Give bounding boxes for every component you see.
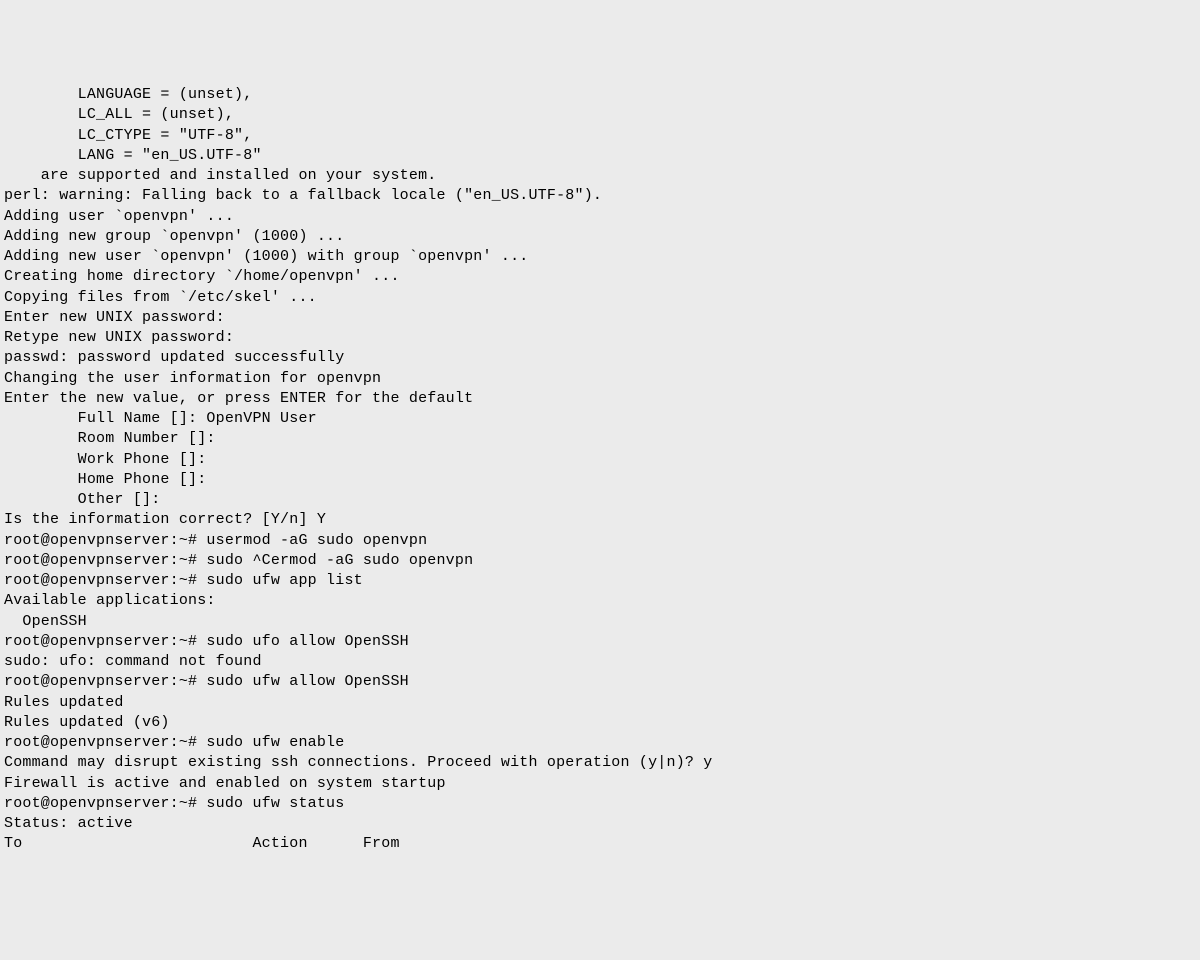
terminal-line: Rules updated — [4, 693, 1196, 713]
terminal-line: Status: active — [4, 814, 1196, 834]
terminal-line: Full Name []: OpenVPN User — [4, 409, 1196, 429]
terminal-line: Adding user `openvpn' ... — [4, 207, 1196, 227]
terminal-line: Copying files from `/etc/skel' ... — [4, 288, 1196, 308]
terminal-line: LC_ALL = (unset), — [4, 105, 1196, 125]
terminal-line: Is the information correct? [Y/n] Y — [4, 510, 1196, 530]
terminal-line: Changing the user information for openvp… — [4, 369, 1196, 389]
terminal-line: Rules updated (v6) — [4, 713, 1196, 733]
terminal-line: root@openvpnserver:~# sudo ufw enable — [4, 733, 1196, 753]
terminal-line: Enter the new value, or press ENTER for … — [4, 389, 1196, 409]
terminal-line: root@openvpnserver:~# usermod -aG sudo o… — [4, 531, 1196, 551]
terminal-line: Adding new user `openvpn' (1000) with gr… — [4, 247, 1196, 267]
terminal-line: LANG = "en_US.UTF-8" — [4, 146, 1196, 166]
terminal-line: LANGUAGE = (unset), — [4, 85, 1196, 105]
terminal-line: Other []: — [4, 490, 1196, 510]
terminal-line: root@openvpnserver:~# sudo ufw app list — [4, 571, 1196, 591]
terminal-line: LC_CTYPE = "UTF-8", — [4, 126, 1196, 146]
terminal-line: OpenSSH — [4, 612, 1196, 632]
terminal-line: passwd: password updated successfully — [4, 348, 1196, 368]
terminal-line: root@openvpnserver:~# sudo ^Cermod -aG s… — [4, 551, 1196, 571]
terminal-line: Room Number []: — [4, 429, 1196, 449]
terminal-line: Creating home directory `/home/openvpn' … — [4, 267, 1196, 287]
terminal-line: root@openvpnserver:~# sudo ufw status — [4, 794, 1196, 814]
terminal-line: root@openvpnserver:~# sudo ufo allow Ope… — [4, 632, 1196, 652]
terminal-line: Enter new UNIX password: — [4, 308, 1196, 328]
terminal-line: To Action From — [4, 834, 1196, 854]
terminal-line: root@openvpnserver:~# sudo ufw allow Ope… — [4, 672, 1196, 692]
terminal-line: Command may disrupt existing ssh connect… — [4, 753, 1196, 773]
terminal-line: are supported and installed on your syst… — [4, 166, 1196, 186]
terminal-line: Available applications: — [4, 591, 1196, 611]
terminal-window[interactable]: LANGUAGE = (unset), LC_ALL = (unset), LC… — [4, 85, 1196, 855]
terminal-line: Adding new group `openvpn' (1000) ... — [4, 227, 1196, 247]
terminal-line: sudo: ufo: command not found — [4, 652, 1196, 672]
terminal-line: Firewall is active and enabled on system… — [4, 774, 1196, 794]
terminal-line: Retype new UNIX password: — [4, 328, 1196, 348]
terminal-line: Work Phone []: — [4, 450, 1196, 470]
terminal-line: Home Phone []: — [4, 470, 1196, 490]
terminal-line: perl: warning: Falling back to a fallbac… — [4, 186, 1196, 206]
